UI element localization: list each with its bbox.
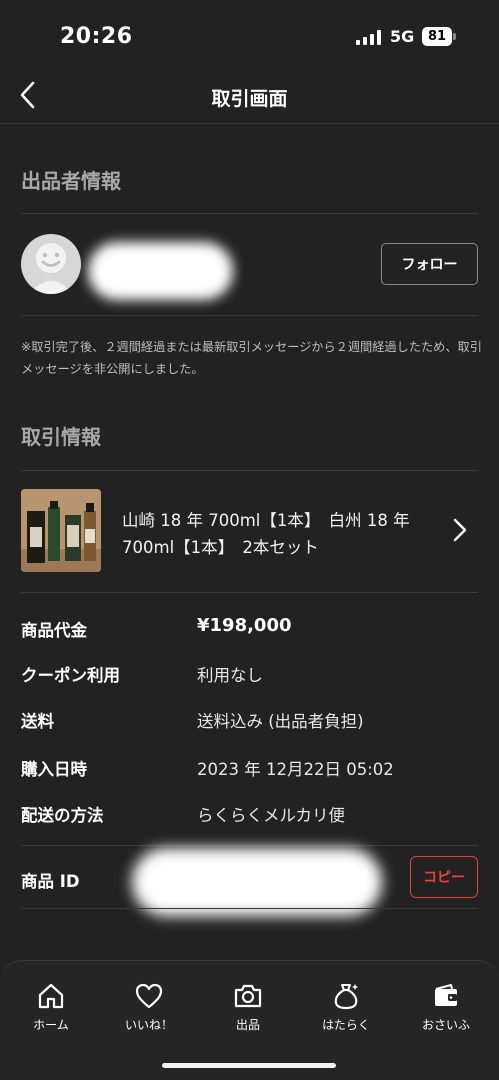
tab-home[interactable]: ホーム [6, 981, 96, 1033]
tab-label: おさいふ [421, 1018, 470, 1032]
divider [21, 315, 478, 316]
page-title: 取引画面 [211, 88, 288, 110]
purchase-date-value: 2023 年 12月22日 05:02 [197, 760, 394, 779]
shipping-method-value: らくらくメルカリ便 [197, 806, 346, 825]
item-id-label: 商品 ID [21, 872, 80, 891]
item-row[interactable]: 山崎 18 年 700ml【1本】 白州 18 年 700ml【1本】 2本セッ… [21, 488, 478, 576]
item-thumbnail [21, 489, 101, 572]
battery-icon: 81 [422, 27, 452, 46]
divider [21, 845, 478, 846]
battery-tip [453, 33, 456, 40]
item-title: 山崎 18 年 700ml【1本】 白州 18 年 700ml【1本】 2本セッ… [122, 511, 410, 557]
chevron-right-icon [453, 518, 467, 542]
shipping-method-label: 配送の方法 [21, 806, 104, 825]
purchase-date-label: 購入日時 [21, 760, 87, 779]
shipping-fee-value: 送料込み (出品者負担) [197, 712, 364, 731]
divider [21, 213, 478, 214]
whisky-bottles-image [21, 489, 101, 572]
camera-icon [234, 984, 262, 1008]
heart-icon [135, 983, 163, 1009]
smiley-avatar-icon [29, 243, 73, 294]
tab-label: ホーム [33, 1018, 69, 1032]
avatar[interactable] [21, 234, 81, 294]
tab-work[interactable]: はたらく [301, 981, 391, 1033]
status-time: 20:26 [60, 24, 133, 49]
coupon-value: 利用なし [197, 666, 263, 685]
home-indicator [162, 1063, 336, 1068]
bottom-tab-bar: ホーム いいね！ 出品 はたらく おさいふ [0, 960, 499, 1080]
follow-button[interactable]: フォロー [381, 243, 478, 285]
price-value: ¥198,000 [197, 615, 292, 636]
divider [21, 470, 478, 471]
coupon-label: クーポン利用 [21, 666, 120, 685]
tab-label: はたらく [322, 1018, 370, 1032]
home-icon [38, 983, 64, 1009]
network-type: 5G [390, 27, 415, 46]
nav-bar: 取引画面 [0, 70, 499, 124]
tab-wallet[interactable]: おさいふ [401, 981, 491, 1033]
redacted-seller-name [88, 242, 233, 300]
signal-icon [356, 29, 381, 45]
message-private-notice: ※取引完了後、２週間経過または最新取引メッセージから２週間経過したため、取引メッ… [21, 340, 482, 376]
tab-label: 出品 [235, 1018, 260, 1032]
shipping-fee-label: 送料 [21, 712, 54, 731]
wallet-icon [435, 984, 457, 1006]
tab-label: いいね！ [124, 1018, 173, 1032]
redacted-item-id [132, 848, 382, 916]
seller-section-title: 出品者情報 [21, 169, 121, 193]
copy-button[interactable]: コピー [410, 856, 478, 898]
tab-sell[interactable]: 出品 [203, 981, 293, 1033]
transaction-section-title: 取引情報 [21, 425, 101, 449]
money-bag-icon [334, 984, 358, 1010]
status-bar: 20:26 5G 81 [0, 0, 499, 70]
tab-likes[interactable]: いいね！ [104, 981, 194, 1033]
price-label: 商品代金 [21, 621, 87, 640]
divider [21, 592, 478, 593]
divider [21, 908, 478, 909]
